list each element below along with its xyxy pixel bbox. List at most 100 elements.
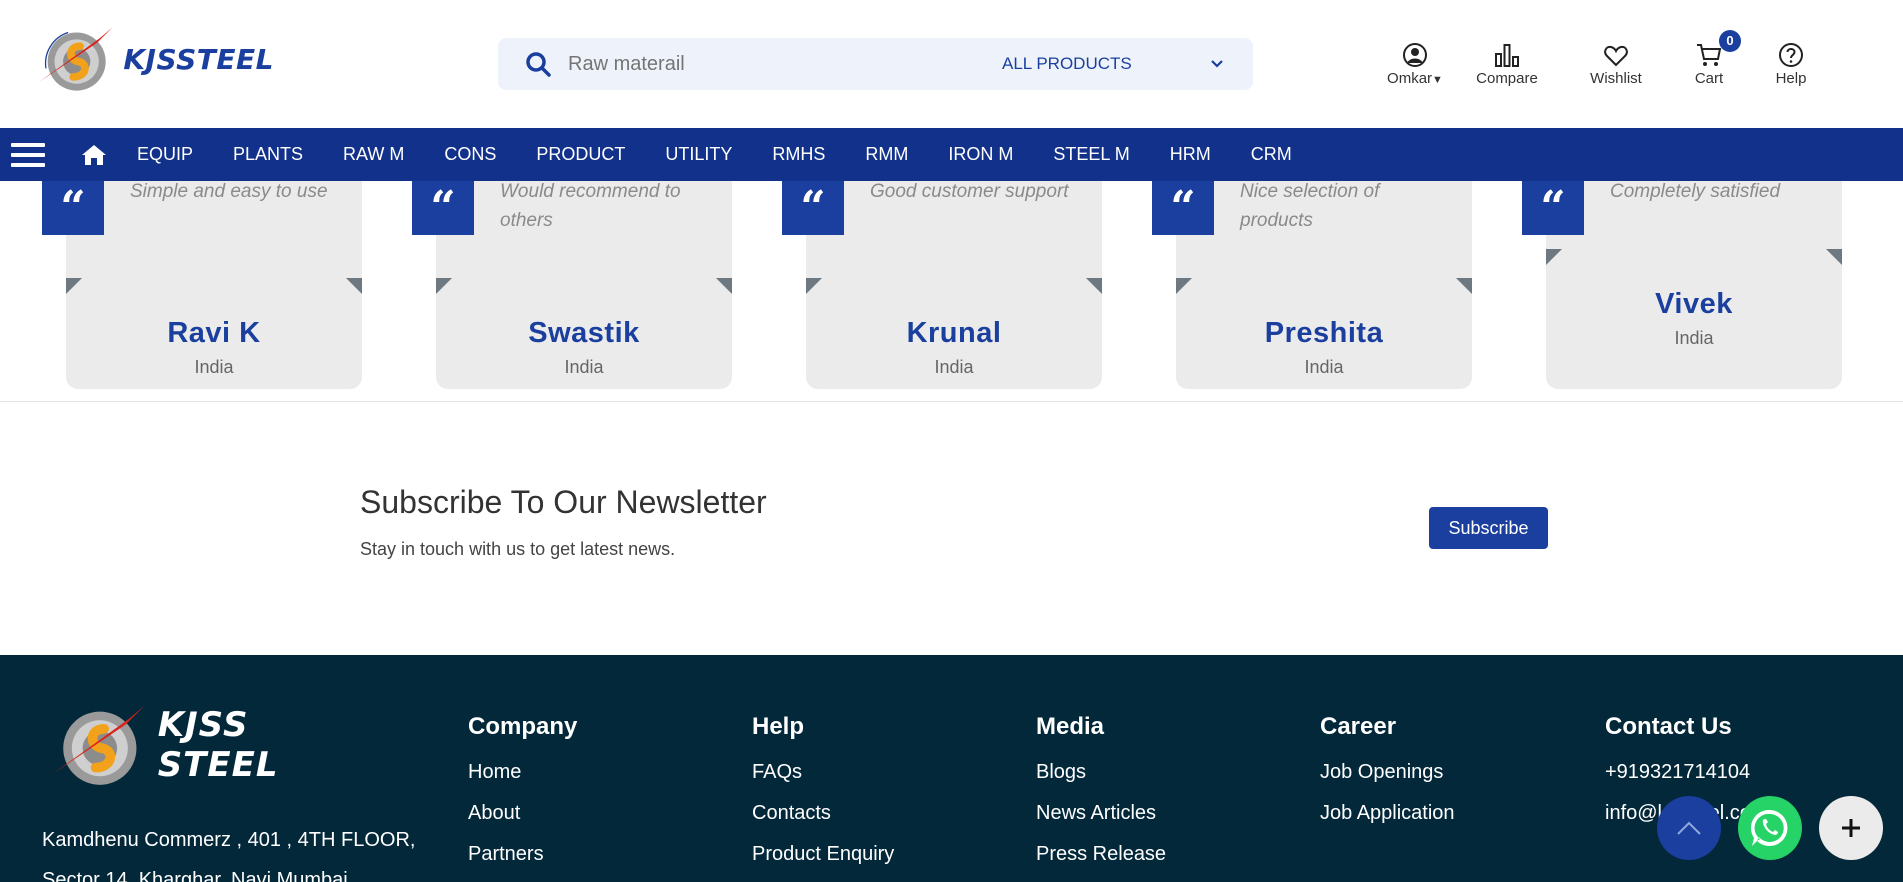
quote-icon: “ (412, 181, 474, 235)
compare-button[interactable]: Compare (1462, 36, 1552, 87)
page: KJSSTEEL ALL PRODUCTS Omkar▼ (0, 0, 1903, 882)
nav-item-steel-m[interactable]: STEEL M (1053, 144, 1129, 165)
whatsapp-button[interactable] (1738, 796, 1802, 860)
testimonial-quote: Simple and easy to use (130, 181, 328, 202)
footer-link-partners[interactable]: Partners (468, 834, 577, 875)
footer-col-help: Help FAQs Contacts Product Enquiry (752, 713, 894, 875)
logo-emblem-icon (39, 27, 113, 91)
logo-text: KJSSTEEL (123, 42, 274, 76)
footer-link-job-application[interactable]: Job Application (1320, 793, 1455, 834)
testimonial-country: India (1674, 328, 1714, 348)
nav-item-rmm[interactable]: RMM (865, 144, 908, 165)
footer-col-title: Media (1036, 713, 1105, 740)
corner-decoration (716, 278, 732, 294)
testimonial-country: India (934, 357, 974, 377)
newsletter-title: Subscribe To Our Newsletter (360, 484, 767, 520)
nav-item-hrm[interactable]: HRM (1170, 144, 1211, 165)
footer-link-phone[interactable]: +919321714104 (1605, 752, 1768, 793)
cart-button[interactable]: 0 Cart (1664, 30, 1754, 87)
footer-col-media: Media Blogs News Articles Press Release (1036, 713, 1166, 875)
header: KJSSTEEL ALL PRODUCTS Omkar▼ (0, 0, 1903, 128)
footer-link-contacts[interactable]: Contacts (752, 793, 894, 834)
footer-address: Kamdhenu Commerz , 401 , 4TH FLOOR, Sect… (42, 820, 442, 882)
site-logo[interactable]: KJSSTEEL (34, 18, 274, 100)
testimonial-quote: Good customer support (870, 181, 1069, 202)
nav-item-crm[interactable]: CRM (1251, 144, 1292, 165)
footer-link-about[interactable]: About (468, 793, 577, 834)
nav-item-equip[interactable]: EQUIP (137, 144, 193, 165)
testimonial-name: Ravi K (167, 317, 261, 349)
nav-item-raw-m[interactable]: RAW M (343, 144, 404, 165)
testimonial-country: India (1304, 357, 1344, 377)
chevron-up-icon (1677, 821, 1701, 835)
hamburger-menu-icon[interactable] (11, 137, 45, 173)
wishlist-label: Wishlist (1590, 70, 1642, 87)
wishlist-button[interactable]: Wishlist (1571, 36, 1661, 87)
testimonial-name: Vivek (1655, 288, 1733, 320)
testimonial-card: “ Nice selection of products Preshita In… (1152, 181, 1472, 389)
corner-decoration (806, 278, 822, 294)
nav-item-cons[interactable]: CONS (444, 144, 496, 165)
cart-label: Cart (1694, 70, 1724, 87)
category-select[interactable]: ALL PRODUCTS (1002, 38, 1132, 90)
footer-logo[interactable]: KJSS STEEL (46, 697, 366, 793)
testimonial-country: India (194, 357, 234, 377)
cart-count-badge: 0 (1719, 30, 1741, 52)
corner-decoration (1546, 249, 1562, 265)
nav-item-iron-m[interactable]: IRON M (948, 144, 1013, 165)
help-label: Help (1775, 70, 1807, 87)
corner-decoration (1456, 278, 1472, 294)
search-icon[interactable] (518, 51, 558, 77)
footer-link-blogs[interactable]: Blogs (1036, 752, 1166, 793)
plus-button[interactable] (1819, 796, 1883, 860)
search-input[interactable] (568, 52, 988, 76)
footer-col-title: Career (1320, 713, 1397, 740)
nav-item-product[interactable]: PRODUCT (536, 144, 625, 165)
footer-col-title: Company (468, 713, 578, 740)
header-actions: Omkar▼ Compare Wishlist 0 Cart Help (1370, 30, 1840, 96)
nav-item-rmhs[interactable]: RMHS (772, 144, 825, 165)
compare-icon (1462, 36, 1552, 68)
footer-link-home[interactable]: Home (468, 752, 577, 793)
scroll-to-top-button[interactable] (1657, 796, 1721, 860)
testimonial-name: Swastik (528, 317, 640, 349)
testimonial-card: “ Good customer support Krunal India (782, 181, 1102, 389)
address-line: Kamdhenu Commerz , 401 , 4TH FLOOR, (42, 829, 416, 851)
testimonial-quote: Nice selection of products (1240, 181, 1380, 231)
chevron-down-icon[interactable] (1210, 38, 1224, 90)
search-bar: ALL PRODUCTS (498, 38, 1253, 90)
heart-icon (1571, 36, 1661, 68)
help-button[interactable]: Help (1746, 36, 1836, 87)
testimonial-card: “ Would recommend to others Swastik Indi… (412, 181, 732, 389)
home-icon[interactable] (81, 144, 107, 166)
corner-decoration (66, 278, 82, 294)
corner-decoration (1176, 278, 1192, 294)
footer-col-title: Help (752, 713, 805, 740)
footer-logo-text: KJSS STEEL (157, 705, 279, 785)
footer: KJSS STEEL Kamdhenu Commerz , 401 , 4TH … (0, 655, 1903, 882)
testimonials-section: “ Simple and easy to use Ravi K India “ … (0, 181, 1903, 402)
quote-icon: “ (782, 181, 844, 235)
footer-col-company: Company Home About Partners (468, 713, 577, 875)
corner-decoration (1826, 249, 1842, 265)
testimonial-card: “ Simple and easy to use Ravi K India (42, 181, 362, 389)
help-icon (1746, 36, 1836, 68)
testimonial-country: India (564, 357, 604, 377)
subscribe-button[interactable]: Subscribe (1429, 507, 1548, 549)
corner-decoration (436, 278, 452, 294)
logo-emblem-icon (52, 705, 146, 785)
footer-link-product-enquiry[interactable]: Product Enquiry (752, 834, 894, 875)
footer-link-press-release[interactable]: Press Release (1036, 834, 1166, 875)
user-menu[interactable]: Omkar▼ (1370, 36, 1460, 87)
testimonial-name: Krunal (906, 317, 1002, 349)
footer-col-title: Contact Us (1605, 713, 1732, 740)
nav-item-utility[interactable]: UTILITY (665, 144, 732, 165)
footer-link-news-articles[interactable]: News Articles (1036, 793, 1166, 834)
quote-icon: “ (1522, 181, 1584, 235)
nav-item-plants[interactable]: PLANTS (233, 144, 303, 165)
address-line: Sector 14, Kharghar, Navi Mumbai, (42, 869, 354, 882)
footer-link-faqs[interactable]: FAQs (752, 752, 894, 793)
user-label: Omkar (1387, 70, 1433, 87)
footer-link-job-openings[interactable]: Job Openings (1320, 752, 1455, 793)
whatsapp-icon (1750, 809, 1788, 846)
